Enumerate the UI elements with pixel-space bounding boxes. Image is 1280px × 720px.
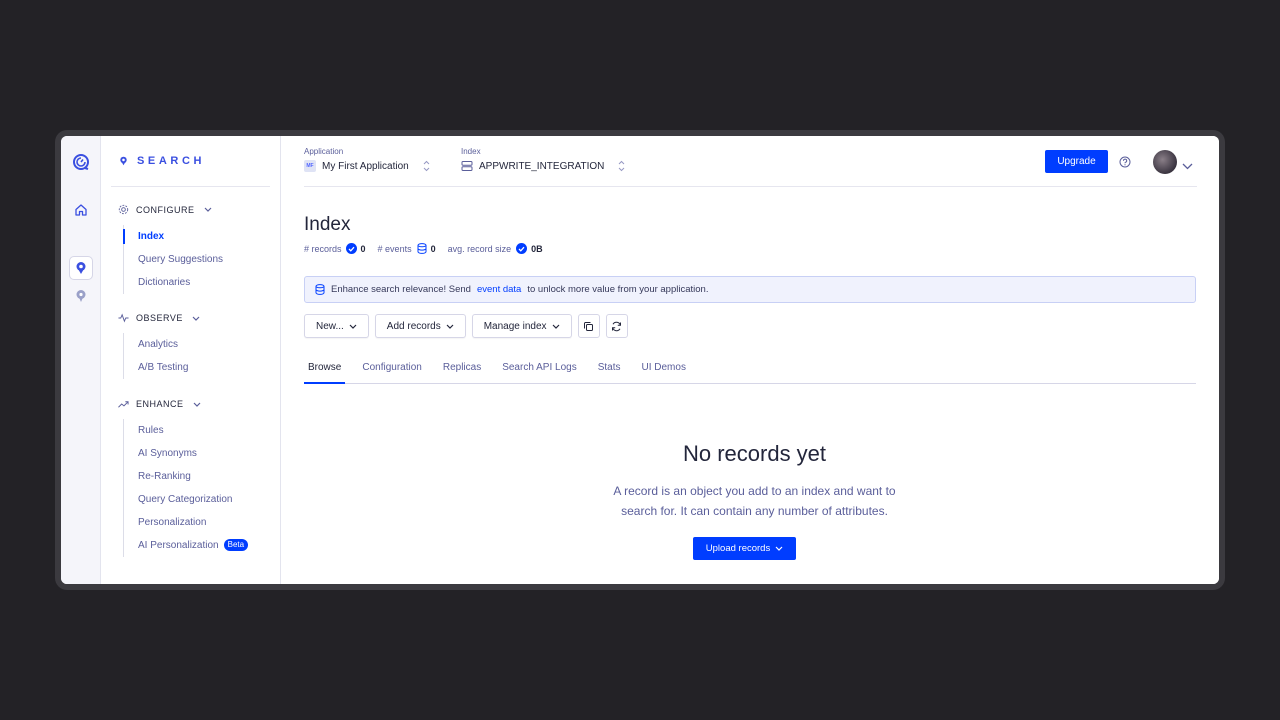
index-stack-icon: [461, 161, 473, 171]
section-observe-list: Analytics A/B Testing: [123, 333, 273, 379]
chevron-down-icon: [775, 546, 783, 551]
algolia-logo-icon[interactable]: [71, 152, 91, 172]
tab-configuration[interactable]: Configuration: [358, 354, 425, 384]
updown-chevron-icon: [423, 160, 430, 172]
tab-replicas[interactable]: Replicas: [439, 354, 485, 384]
manage-index-label: Manage index: [483, 320, 547, 332]
upload-records-button[interactable]: Upload records: [693, 537, 796, 560]
brand-name: SEARCH: [137, 155, 206, 167]
sidebar-item-query-suggestions[interactable]: Query Suggestions: [124, 248, 273, 271]
add-records-button[interactable]: Add records: [374, 314, 466, 338]
search-brand-icon: [120, 156, 127, 166]
sidebar-item-ai-personalization[interactable]: AI Personalization Beta: [124, 534, 273, 557]
updown-chevron-icon: [618, 160, 625, 172]
check-circle-icon: [516, 243, 528, 254]
home-icon[interactable]: [71, 200, 91, 220]
page-title: Index: [304, 214, 351, 235]
upload-records-label: Upload records: [705, 543, 771, 554]
section-enhance-list: Rules AI Synonyms Re-Ranking Query Categ…: [123, 419, 273, 557]
empty-state-line: search for. It can contain any number of…: [621, 504, 888, 518]
banner-text-suffix: to unlock more value from your applicati…: [527, 284, 709, 295]
records-value: 0: [360, 243, 366, 254]
chevron-down-icon: [349, 324, 357, 329]
sidebar-item-dictionaries[interactable]: Dictionaries: [124, 271, 273, 294]
sidebar-item-index[interactable]: Index: [123, 225, 273, 248]
brand[interactable]: SEARCH: [119, 155, 205, 167]
recommend-product-icon[interactable]: [71, 286, 91, 306]
size-value: 0B: [531, 243, 543, 254]
tab-search-api-logs[interactable]: Search API Logs: [498, 354, 581, 384]
sidebar-item-ab-testing[interactable]: A/B Testing: [124, 356, 273, 379]
sidebar-item-rules[interactable]: Rules: [124, 419, 273, 442]
refresh-icon: [612, 321, 622, 331]
trend-up-icon: [118, 400, 129, 408]
icon-rail: [61, 136, 101, 584]
index-name: APPWRITE_INTEGRATION: [479, 160, 605, 172]
index-tabs: Browse Configuration Replicas Search API…: [304, 354, 1196, 384]
sidebar-item-label: AI Personalization: [138, 540, 219, 551]
index-stats: # records 0 # events 0 avg. record size …: [304, 243, 555, 254]
application-selector[interactable]: Application MF My First Application: [304, 147, 430, 172]
info-banner: Enhance search relevance! Send event dat…: [304, 276, 1196, 303]
copy-button[interactable]: [577, 314, 600, 338]
chevron-down-icon: [552, 324, 559, 329]
chevron-down-icon[interactable]: [1182, 157, 1193, 175]
tab-browse[interactable]: Browse: [304, 354, 346, 384]
sidebar-item-personalization[interactable]: Personalization: [124, 511, 273, 534]
refresh-button[interactable]: [605, 314, 628, 338]
events-label: # events: [377, 243, 412, 254]
application-badge: MF: [304, 160, 316, 172]
new-button[interactable]: New...: [304, 314, 369, 338]
sidebar-item-analytics[interactable]: Analytics: [124, 333, 273, 356]
topbar: Application MF My First Application Inde…: [304, 136, 1197, 187]
check-circle-icon: [345, 243, 357, 254]
chevron-down-icon: [204, 207, 211, 212]
application-label: Application: [304, 147, 344, 156]
events-value: 0: [430, 243, 436, 254]
main-content: Application MF My First Application Inde…: [281, 136, 1219, 584]
avatar[interactable]: [1153, 150, 1177, 174]
add-records-label: Add records: [386, 320, 441, 332]
section-configure-list: Index Query Suggestions Dictionaries: [123, 225, 273, 294]
chevron-down-icon: [192, 316, 200, 321]
app-window: SEARCH CONFIGURE Index Query Suggestions…: [61, 136, 1219, 584]
size-label: avg. record size: [447, 243, 512, 254]
new-button-label: New...: [316, 320, 344, 332]
index-label: Index: [461, 147, 481, 156]
banner-text-prefix: Enhance search relevance! Send: [331, 284, 471, 295]
manage-index-button[interactable]: Manage index: [471, 314, 572, 338]
section-configure-title: CONFIGURE: [136, 204, 195, 215]
sidebar-divider: [111, 186, 270, 187]
upgrade-button[interactable]: Upgrade: [1045, 150, 1108, 173]
empty-state-line: A record is an object you add to an inde…: [613, 484, 896, 498]
tab-ui-demos[interactable]: UI Demos: [638, 354, 690, 384]
section-observe-title: OBSERVE: [136, 313, 183, 323]
empty-state-title: No records yet: [682, 441, 827, 466]
help-icon[interactable]: [1119, 155, 1131, 168]
section-configure-header[interactable]: CONFIGURE: [118, 204, 212, 215]
copy-icon: [584, 321, 594, 331]
sidebar: SEARCH CONFIGURE Index Query Suggestions…: [101, 136, 281, 584]
empty-state-description: A record is an object you add to an inde…: [281, 481, 1219, 521]
pulse-icon: [118, 313, 129, 323]
tab-stats[interactable]: Stats: [594, 354, 625, 384]
index-actions: New... Add records Manage index: [304, 314, 628, 338]
database-icon: [417, 243, 427, 254]
gear-icon: [118, 204, 129, 215]
sidebar-item-re-ranking[interactable]: Re-Ranking: [124, 465, 273, 488]
records-label: # records: [304, 243, 342, 254]
event-data-link[interactable]: event data: [477, 284, 521, 295]
chevron-down-icon: [446, 324, 454, 329]
application-name: My First Application: [322, 160, 409, 172]
section-enhance-title: ENHANCE: [136, 399, 184, 409]
sidebar-item-ai-synonyms[interactable]: AI Synonyms: [124, 442, 273, 465]
chevron-down-icon: [193, 402, 200, 407]
sidebar-item-query-categorization[interactable]: Query Categorization: [124, 488, 273, 511]
search-product-icon[interactable]: [71, 258, 91, 278]
index-selector[interactable]: Index APPWRITE_INTEGRATION: [461, 147, 625, 172]
beta-badge: Beta: [223, 539, 249, 551]
section-enhance-header[interactable]: ENHANCE: [118, 399, 201, 409]
section-observe-header[interactable]: OBSERVE: [118, 313, 200, 323]
database-icon: [315, 284, 325, 295]
